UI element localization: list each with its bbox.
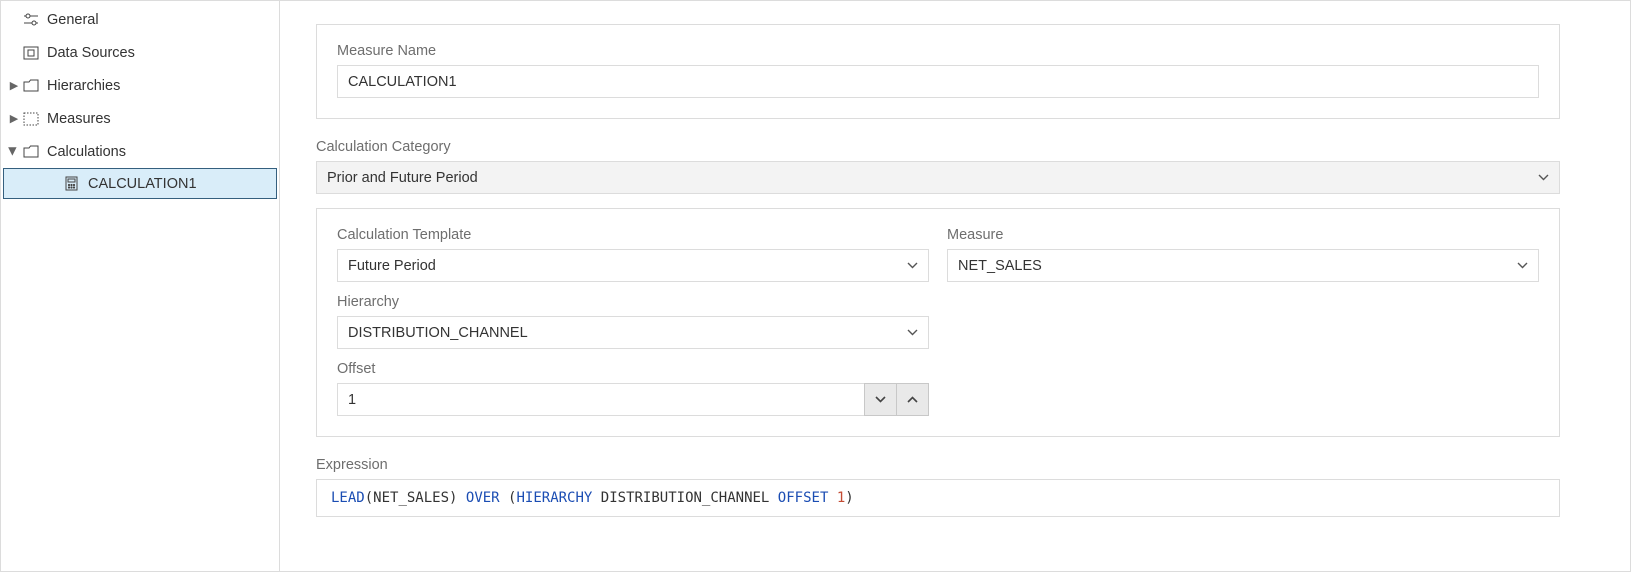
tree-item-calculation1[interactable]: CALCULATION1 — [3, 168, 277, 199]
paren-close: ) — [845, 490, 853, 506]
offset-spinner — [337, 383, 929, 416]
keyword-over: OVER — [466, 490, 500, 506]
tree-child-label: CALCULATION1 — [88, 176, 197, 192]
calc-category-value: Prior and Future Period — [327, 170, 478, 186]
space — [769, 490, 777, 506]
space — [592, 490, 600, 506]
expression-block: Expression LEAD(NET_SALES) OVER (HIERARC… — [316, 457, 1560, 517]
collapse-arrow-icon[interactable]: ▶ — [7, 145, 20, 159]
chevron-down-icon — [875, 396, 886, 403]
keyword-hierarchy: HIERARCHY — [516, 490, 592, 506]
paren-open: ( — [365, 490, 373, 506]
identifier-hierarchy: DISTRIBUTION_CHANNEL — [601, 490, 770, 506]
argument: NET_SALES — [373, 490, 449, 506]
calc-params-section: Calculation Template Future Period Measu… — [316, 208, 1560, 437]
measure-label: Measure — [947, 227, 1539, 243]
offset-label: Offset — [337, 361, 929, 377]
tree-item-hierarchies[interactable]: ▶ Hierarchies — [1, 69, 279, 102]
measure-select[interactable]: NET_SALES — [947, 249, 1539, 282]
tree-item-calculations[interactable]: ▶ Calculations — [1, 135, 279, 168]
offset-decrement-button[interactable] — [864, 383, 897, 416]
navigator-tree: ▶ General ▶ Data Sources ▶ Hierarchies ▶ — [1, 1, 280, 571]
chevron-down-icon — [1517, 262, 1528, 269]
chevron-down-icon — [907, 329, 918, 336]
data-source-icon — [21, 46, 41, 60]
measure-name-section: Measure Name — [316, 24, 1560, 119]
calc-template-select[interactable]: Future Period — [337, 249, 929, 282]
tree-item-label: Hierarchies — [47, 78, 120, 94]
measure-name-input[interactable] — [337, 65, 1539, 98]
chevron-up-icon — [907, 396, 918, 403]
expression-viewer: LEAD(NET_SALES) OVER (HIERARCHY DISTRIBU… — [316, 479, 1560, 517]
calc-category-block: Calculation Category Prior and Future Pe… — [316, 139, 1560, 194]
measure-value: NET_SALES — [958, 258, 1042, 274]
keyword-offset: OFFSET — [778, 490, 829, 506]
tree-item-label: Data Sources — [47, 45, 135, 61]
literal-offset-value: 1 — [837, 490, 845, 506]
tree-item-label: Calculations — [47, 144, 126, 160]
hierarchy-value: DISTRIBUTION_CHANNEL — [348, 325, 528, 341]
expand-arrow-icon[interactable]: ▶ — [7, 112, 21, 125]
calc-template-value: Future Period — [348, 258, 436, 274]
tree-item-label: General — [47, 12, 99, 28]
form-panel: Measure Name Calculation Category Prior … — [280, 1, 1630, 571]
sliders-icon — [21, 13, 41, 27]
chevron-down-icon — [907, 262, 918, 269]
space — [500, 490, 508, 506]
tree-item-general[interactable]: ▶ General — [1, 3, 279, 36]
hierarchy-select[interactable]: DISTRIBUTION_CHANNEL — [337, 316, 929, 349]
space — [828, 490, 836, 506]
calc-category-label: Calculation Category — [316, 139, 1560, 155]
tree-item-data-sources[interactable]: ▶ Data Sources — [1, 36, 279, 69]
measure-icon — [21, 112, 41, 126]
measure-name-label: Measure Name — [337, 43, 1539, 59]
tree-item-label: Measures — [47, 111, 111, 127]
folder-icon — [21, 79, 41, 92]
calc-category-select[interactable]: Prior and Future Period — [316, 161, 1560, 194]
keyword-lead: LEAD — [331, 490, 365, 506]
expand-arrow-icon[interactable]: ▶ — [7, 79, 21, 92]
calculator-icon — [62, 176, 80, 191]
calc-template-label: Calculation Template — [337, 227, 929, 243]
folder-icon — [21, 145, 41, 158]
offset-increment-button[interactable] — [896, 383, 929, 416]
chevron-down-icon — [1538, 174, 1549, 181]
hierarchy-label: Hierarchy — [337, 294, 929, 310]
space — [457, 490, 465, 506]
expression-label: Expression — [316, 457, 1560, 473]
tree-item-measures[interactable]: ▶ Measures — [1, 102, 279, 135]
offset-input[interactable] — [337, 383, 865, 416]
